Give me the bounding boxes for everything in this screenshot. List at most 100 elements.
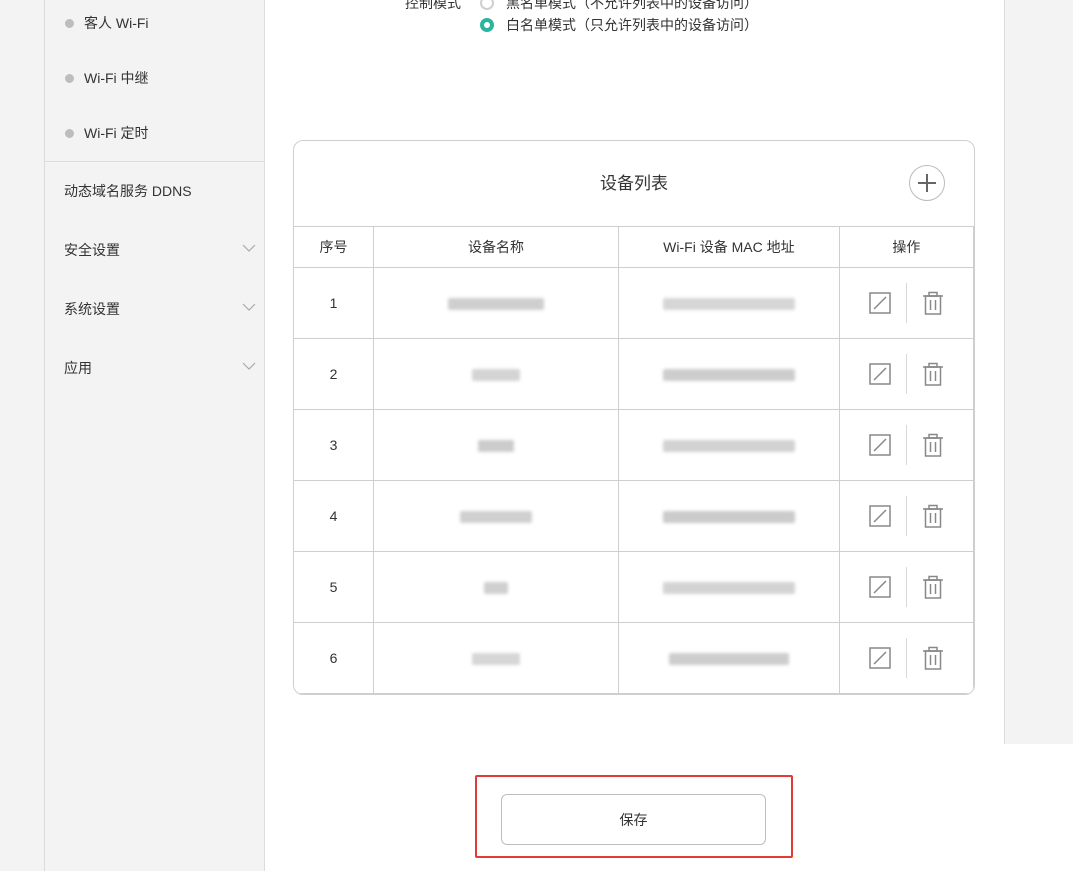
sidebar-item-wifi-repeater[interactable]: Wi-Fi 中继 (45, 58, 264, 98)
sidebar-item-system[interactable]: 系统设置 (45, 289, 264, 329)
table-header-row: 序号 设备名称 Wi-Fi 设备 MAC 地址 操作 (294, 226, 974, 268)
main-content: 控制模式 黑名单模式（不允许列表中的设备访问） 白名单模式（只允许列表中的设备访… (265, 0, 1004, 871)
sidebar-item-label: 安全设置 (64, 242, 120, 258)
row-index: 4 (294, 480, 375, 552)
trash-icon[interactable] (921, 362, 945, 386)
table-row: 5 (294, 551, 974, 623)
radio-button-selected[interactable] (480, 18, 494, 32)
edit-icon[interactable] (868, 504, 892, 528)
device-name-cell (373, 480, 619, 552)
sidebar-item-guest-wifi[interactable]: 客人 Wi-Fi (45, 3, 264, 43)
redacted-device-name (472, 369, 521, 382)
mac-cell (618, 480, 840, 552)
right-gutter (1004, 0, 1073, 744)
table-row: 3 (294, 409, 974, 481)
trash-icon[interactable] (921, 291, 945, 315)
edit-icon[interactable] (868, 433, 892, 457)
sidebar-item-label: 客人 Wi-Fi (84, 15, 149, 31)
action-separator (905, 283, 907, 323)
sidebar: 客人 Wi-Fi Wi-Fi 中继 Wi-Fi 定时 动态域名服务 DDNS 安… (45, 0, 265, 871)
redacted-mac-address (662, 298, 795, 311)
action-separator (905, 638, 907, 678)
row-index: 1 (294, 267, 375, 339)
save-button[interactable]: 保存 (501, 794, 766, 845)
sidebar-item-security[interactable]: 安全设置 (45, 230, 264, 270)
radio-label: 黑名单模式（不允许列表中的设备访问） (506, 0, 758, 11)
sidebar-item-label: 动态域名服务 DDNS (64, 183, 192, 199)
radio-whitelist-mode[interactable]: 白名单模式（只允许列表中的设备访问） (480, 15, 758, 35)
radio-button[interactable] (480, 0, 494, 10)
sidebar-divider (45, 161, 264, 162)
column-header-actions: 操作 (838, 226, 974, 268)
trash-icon[interactable] (921, 575, 945, 599)
table-row: 6 (294, 622, 974, 694)
trash-icon[interactable] (921, 646, 945, 670)
control-mode-label: 控制模式 (405, 0, 461, 11)
actions-cell (838, 267, 974, 339)
table-row: 1 (294, 267, 974, 339)
mac-cell (618, 409, 840, 481)
device-name-cell (373, 267, 619, 339)
edit-icon[interactable] (868, 575, 892, 599)
action-separator (905, 567, 907, 607)
redacted-mac-address (662, 511, 795, 524)
device-name-cell (373, 409, 619, 481)
radio-label: 白名单模式（只允许列表中的设备访问） (506, 17, 758, 33)
action-separator (905, 425, 907, 465)
row-index: 6 (294, 622, 375, 694)
device-name-cell (373, 551, 619, 623)
row-index: 2 (294, 338, 375, 410)
radio-blacklist-mode[interactable]: 黑名单模式（不允许列表中的设备访问） (480, 0, 758, 13)
device-name-cell (373, 622, 619, 694)
edit-icon[interactable] (868, 362, 892, 386)
row-index: 5 (294, 551, 375, 623)
sidebar-item-label: Wi-Fi 定时 (84, 125, 149, 141)
device-table: 序号 设备名称 Wi-Fi 设备 MAC 地址 操作 1 2 3 4 5 6 (294, 226, 974, 694)
mac-cell (618, 338, 840, 410)
edit-icon[interactable] (868, 646, 892, 670)
trash-icon[interactable] (921, 433, 945, 457)
sidebar-item-ddns[interactable]: 动态域名服务 DDNS (45, 171, 264, 211)
sidebar-item-label: Wi-Fi 中继 (84, 70, 149, 86)
redacted-device-name (460, 511, 533, 524)
redacted-mac-address (668, 653, 789, 666)
actions-cell (838, 409, 974, 481)
column-header-device-name: 设备名称 (373, 226, 619, 268)
trash-icon[interactable] (921, 504, 945, 528)
redacted-mac-address (662, 582, 795, 595)
device-list-card: 设备列表 序号 设备名称 Wi-Fi 设备 MAC 地址 操作 1 2 3 4 … (293, 140, 975, 695)
actions-cell (838, 338, 974, 410)
add-device-button[interactable] (909, 165, 945, 201)
actions-cell (838, 622, 974, 694)
actions-cell (838, 551, 974, 623)
edit-icon[interactable] (868, 291, 892, 315)
table-row: 4 (294, 480, 974, 552)
mac-cell (618, 551, 840, 623)
mac-cell (618, 267, 840, 339)
sidebar-item-wifi-timer[interactable]: Wi-Fi 定时 (45, 113, 264, 153)
sidebar-item-apps[interactable]: 应用 (45, 348, 264, 388)
actions-cell (838, 480, 974, 552)
redacted-device-name (472, 653, 521, 666)
sidebar-item-label: 应用 (64, 360, 92, 376)
sidebar-item-label: 系统设置 (64, 301, 120, 317)
left-gutter (0, 0, 45, 871)
bullet-icon (65, 128, 74, 138)
device-list-title: 设备列表 (600, 174, 668, 193)
bullet-icon (65, 18, 74, 28)
action-separator (905, 496, 907, 536)
device-name-cell (373, 338, 619, 410)
redacted-device-name (478, 440, 515, 453)
redacted-mac-address (662, 369, 795, 382)
bullet-icon (65, 73, 74, 83)
redacted-mac-address (662, 440, 795, 453)
redacted-device-name (484, 582, 509, 595)
column-header-mac: Wi-Fi 设备 MAC 地址 (618, 226, 840, 268)
mac-cell (618, 622, 840, 694)
chevron-down-icon (242, 244, 256, 252)
action-separator (905, 354, 907, 394)
row-index: 3 (294, 409, 375, 481)
chevron-down-icon (242, 303, 256, 311)
table-row: 2 (294, 338, 974, 410)
right-gutter-bottom (1004, 744, 1073, 871)
